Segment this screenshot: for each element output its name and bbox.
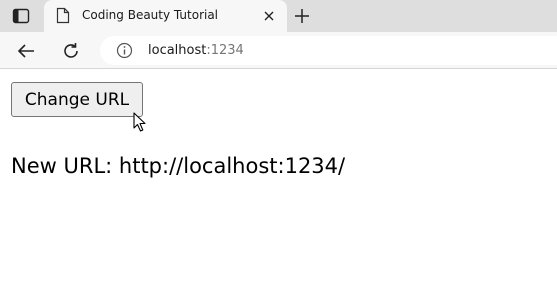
change-url-button[interactable]: Change URL	[11, 82, 143, 117]
plus-icon[interactable]	[292, 6, 312, 26]
reload-icon[interactable]	[60, 40, 82, 62]
mouse-pointer-icon	[133, 112, 147, 133]
status-url: http://localhost:1234/	[118, 154, 346, 178]
tab-bar: Coding Beauty Tutorial	[0, 0, 557, 32]
sidebar-toggle-icon[interactable]	[10, 6, 32, 26]
status-prefix: New URL:	[11, 154, 113, 178]
page-icon	[56, 7, 72, 25]
url-text[interactable]: localhost:1234	[148, 43, 244, 58]
new-url-status: New URL: http://localhost:1234/	[11, 154, 345, 178]
browser-tab[interactable]: Coding Beauty Tutorial	[44, 0, 287, 32]
address-bar[interactable]: localhost:1234	[100, 36, 557, 65]
page-content: Change URL New URL: http://localhost:123…	[0, 70, 557, 290]
url-port: :1234	[206, 43, 244, 58]
url-host: localhost	[148, 43, 207, 58]
close-icon[interactable]	[261, 8, 277, 24]
tab-title: Coding Beauty Tutorial	[82, 8, 219, 22]
back-arrow-icon[interactable]	[15, 40, 37, 62]
browser-toolbar: localhost:1234	[0, 32, 557, 69]
info-icon[interactable]	[116, 42, 133, 59]
